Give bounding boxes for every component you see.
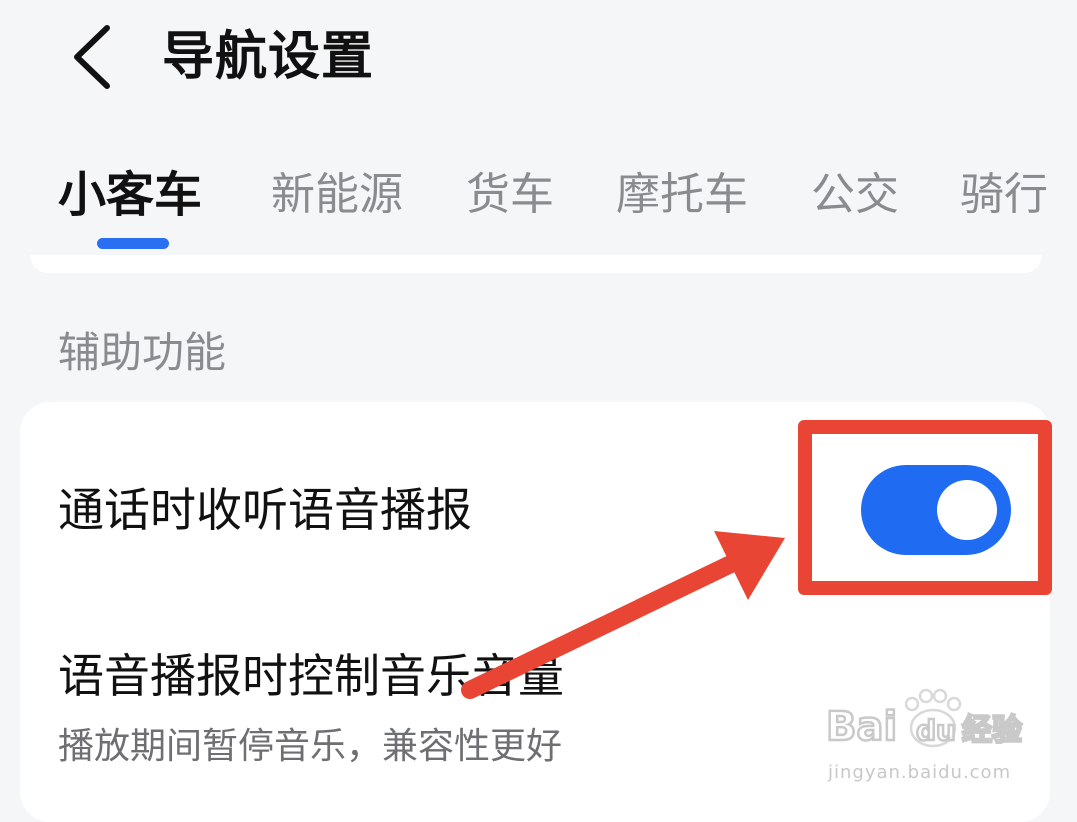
section-title: 辅助功能 — [58, 328, 227, 377]
tab-bus[interactable]: 公交 — [811, 160, 899, 230]
baidu-paw-icon: Bai du 经验 — [826, 688, 1023, 751]
tab-cycling[interactable]: 骑行 — [960, 160, 1048, 230]
previous-card-edge — [30, 255, 1042, 273]
chevron-left-icon — [74, 25, 110, 89]
tab-motorcycle[interactable]: 摩托车 — [616, 160, 748, 230]
watermark: Bai du 经验 jingyan.baidu.com — [826, 688, 1026, 788]
back-button[interactable] — [56, 22, 126, 92]
svg-text:du: du — [916, 714, 956, 747]
setting-call-voice-label: 通话时收听语音播报 — [58, 483, 472, 537]
header-bar: 导航设置 — [0, 0, 1077, 120]
watermark-url: jingyan.baidu.com — [828, 762, 1012, 783]
page-title: 导航设置 — [162, 27, 375, 87]
tab-truck[interactable]: 货车 — [466, 160, 554, 230]
setting-music-volume-label[interactable]: 语音播报时控制音乐音量 — [58, 644, 564, 708]
svg-text:经验: 经验 — [962, 713, 1022, 748]
active-tab-indicator — [97, 238, 169, 249]
svg-text:Bai: Bai — [826, 704, 897, 750]
tab-car[interactable]: 小客车 — [58, 160, 202, 230]
tab-new-energy[interactable]: 新能源 — [271, 160, 403, 230]
setting-music-volume-subtitle: 播放期间暂停音乐，兼容性更好 — [58, 726, 563, 767]
highlight-box — [798, 420, 1052, 595]
